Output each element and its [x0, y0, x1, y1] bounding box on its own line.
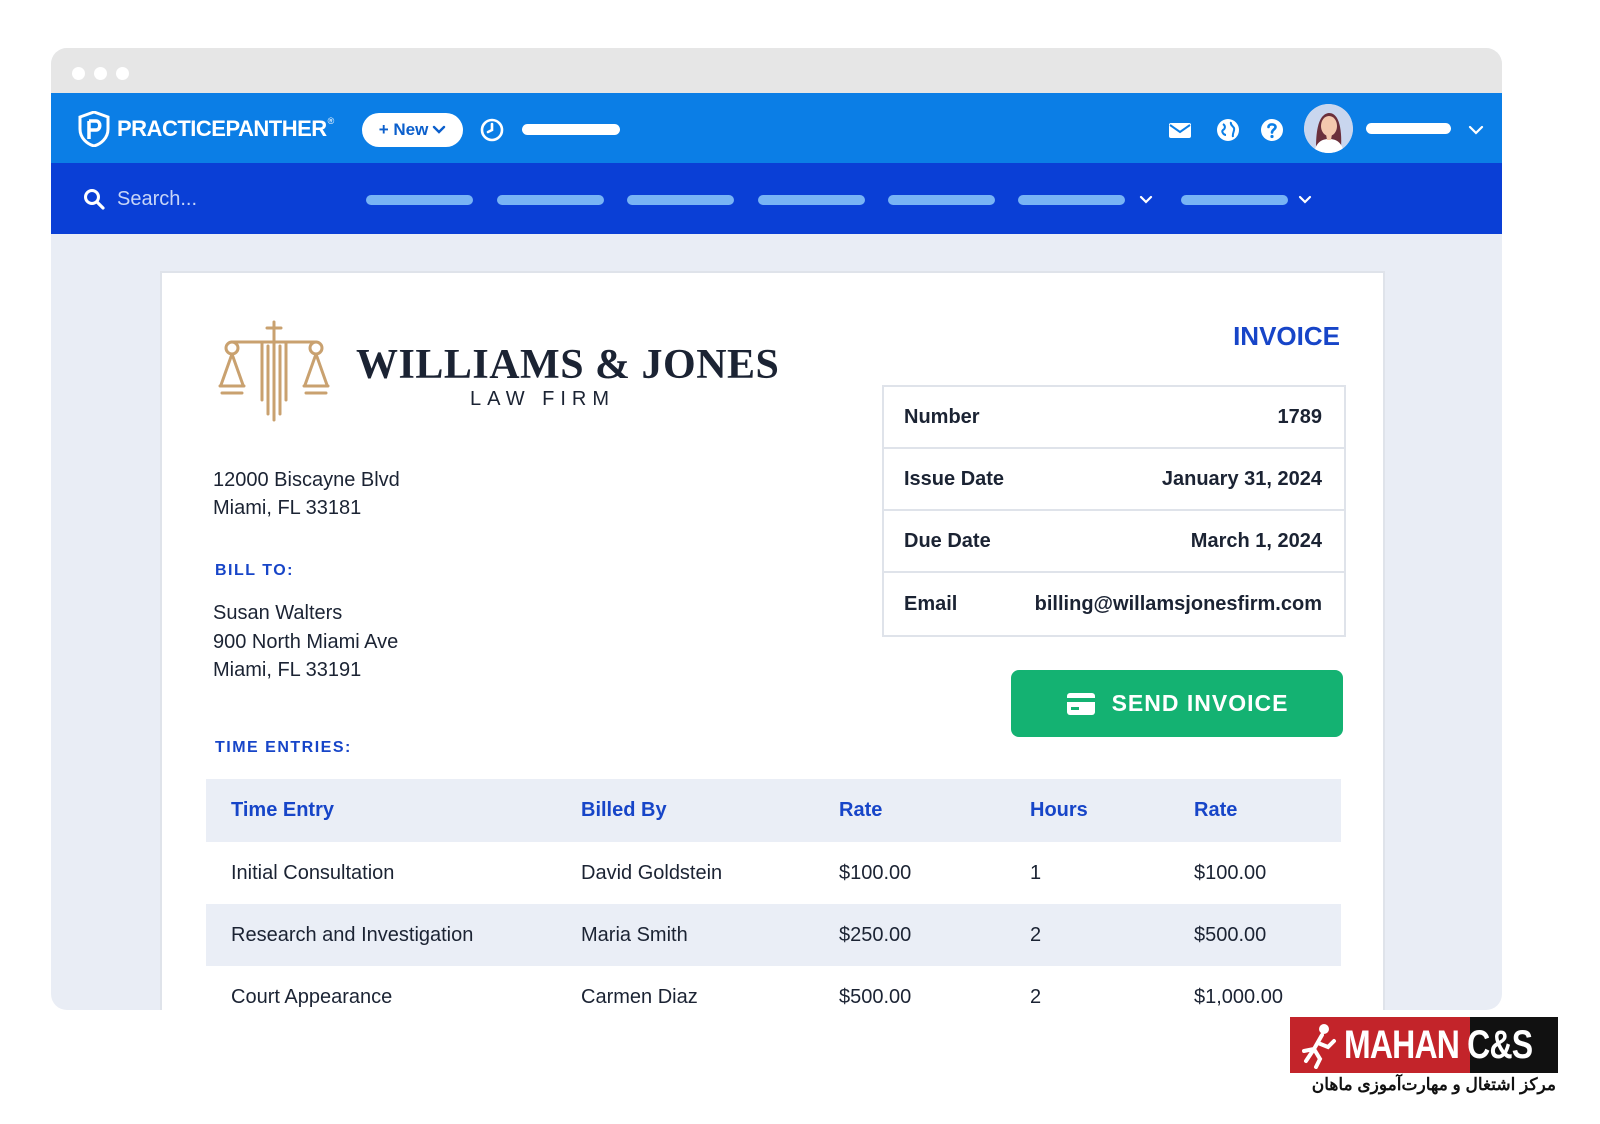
main-navigation [51, 163, 1502, 234]
browser-window: PRACTICEPANTHER ® + New Search... WILLIA… [51, 48, 1502, 1010]
meta-label: Number [904, 405, 980, 428]
cell-rate: $500.00 [839, 985, 912, 1008]
watermark-subtitle: مرکز اشتغال و مهارت‌آموزی ماهان [1311, 1075, 1556, 1094]
meta-row-email: Email billing@willamsjonesfirm.com [884, 573, 1344, 635]
column-header-total-rate[interactable]: Rate [1194, 799, 1237, 822]
cell-total: $1,000.00 [1194, 985, 1283, 1008]
nav-item-6[interactable] [1018, 195, 1125, 205]
cell-rate: $250.00 [839, 923, 912, 946]
cell-billed-by: Carmen Diaz [581, 985, 698, 1008]
watermark-logo: MAHAN C&S مرکز اشتغال و مهارت‌آموزی ماها… [1290, 1017, 1558, 1099]
app-brand-name: PRACTICEPANTHER [117, 116, 327, 141]
cell-billed-by: Maria Smith [581, 923, 688, 946]
cell-time-entry: Court Appearance [231, 985, 393, 1008]
watermark-title: MAHAN C&S [1344, 1023, 1533, 1067]
nav-item-6-chevron-down-icon[interactable] [1138, 194, 1154, 206]
app-logo[interactable]: PRACTICEPANTHER ® [77, 111, 334, 147]
globe-icon[interactable] [1215, 117, 1241, 143]
cell-total: $100.00 [1194, 861, 1267, 884]
panther-logo-icon [78, 111, 110, 147]
cell-rate: $100.00 [839, 861, 912, 884]
firm-subtitle: LAW FIRM [470, 388, 616, 410]
column-header-rate[interactable]: Rate [839, 799, 882, 822]
bill-to-label: BILL TO: [215, 562, 294, 579]
nav-item-7[interactable] [1181, 195, 1288, 205]
invoice-title: INVOICE [1233, 321, 1340, 351]
meta-row-issue-date: Issue Date January 31, 2024 [884, 449, 1344, 511]
search-icon [84, 189, 105, 210]
bill-to-street: 900 North Miami Ave [213, 631, 399, 653]
meta-value: billing@willamsjonesfirm.com [1034, 592, 1322, 615]
mail-icon[interactable] [1167, 117, 1193, 143]
user-avatar[interactable] [1304, 104, 1353, 153]
nav-item-7-chevron-down-icon[interactable] [1297, 194, 1313, 206]
cell-time-entry: Research and Investigation [231, 923, 474, 946]
chevron-down-icon [433, 125, 446, 134]
column-header-billed-by[interactable]: Billed By [581, 799, 667, 822]
send-invoice-label: SEND INVOICE [1111, 690, 1289, 716]
nav-item-3[interactable] [627, 195, 734, 205]
meta-value: January 31, 2024 [1161, 467, 1322, 490]
time-entries-label: TIME ENTRIES: [215, 739, 352, 756]
firm-address-line-1: 12000 Biscayne Blvd [213, 469, 400, 491]
table-header-row: Time Entry Billed By Rate Hours Rate [206, 779, 1341, 842]
invoice-meta-table: Number 1789 Issue Date January 31, 2024 … [882, 385, 1346, 637]
bill-to-name: Susan Walters [213, 602, 343, 624]
cell-time-entry: Initial Consultation [231, 861, 395, 884]
window-dot-close[interactable] [72, 67, 85, 80]
scales-of-justice-icon [218, 320, 330, 422]
meta-value: March 1, 2024 [1190, 529, 1322, 552]
cell-total: $500.00 [1194, 923, 1267, 946]
column-header-hours[interactable]: Hours [1030, 799, 1088, 822]
window-titlebar [51, 48, 1502, 94]
meta-label: Due Date [904, 529, 991, 552]
meta-label: Issue Date [904, 467, 1005, 490]
nav-item-4[interactable] [758, 195, 865, 205]
nav-item-1[interactable] [366, 195, 473, 205]
time-entries-table: Time Entry Billed By Rate Hours Rate Ini… [206, 779, 1341, 1010]
user-name-placeholder-bar [1366, 123, 1451, 134]
meta-row-due-date: Due Date March 1, 2024 [884, 511, 1344, 573]
column-header-time-entry[interactable]: Time Entry [231, 799, 334, 822]
runner-icon [1302, 1024, 1336, 1069]
cell-hours: 2 [1030, 923, 1042, 946]
send-invoice-button[interactable]: SEND INVOICE [1011, 670, 1343, 737]
cell-hours: 2 [1030, 985, 1042, 1008]
new-button-label: + New [378, 120, 429, 139]
window-dot-minimize[interactable] [94, 67, 107, 80]
brand-registered-mark: ® [327, 116, 335, 126]
nav-item-5[interactable] [888, 195, 995, 205]
new-button[interactable]: + New [362, 113, 463, 147]
cell-hours: 1 [1030, 861, 1042, 884]
user-menu-chevron-down-icon[interactable] [1468, 124, 1484, 136]
firm-address-line-2: Miami, FL 33181 [213, 497, 362, 519]
bill-to-city: Miami, FL 33191 [213, 659, 362, 681]
meta-value: 1789 [1277, 405, 1323, 428]
table-row[interactable]: Research and Investigation Maria Smith $… [206, 904, 1341, 966]
table-row[interactable]: Court Appearance Carmen Diaz $500.00 2 $… [206, 966, 1341, 1010]
search-input[interactable] [117, 184, 317, 214]
nav-item-2[interactable] [497, 195, 604, 205]
credit-card-icon [1066, 692, 1095, 715]
firm-name: WILLIAMS & JONES [356, 342, 780, 388]
app-header: PRACTICEPANTHER ® + New [51, 93, 1502, 163]
invoice-document: WILLIAMS & JONES LAW FIRM 12000 Biscayne… [160, 271, 1385, 1010]
timer-placeholder-bar [522, 124, 620, 135]
table-row[interactable]: Initial Consultation David Goldstein $10… [206, 842, 1341, 904]
help-icon[interactable] [1259, 117, 1285, 143]
window-dot-maximize[interactable] [116, 67, 129, 80]
meta-row-number: Number 1789 [884, 387, 1344, 449]
cell-billed-by: David Goldstein [581, 861, 723, 884]
user-avatar-image [1304, 104, 1353, 153]
meta-label: Email [904, 592, 958, 615]
clock-icon[interactable] [480, 118, 504, 142]
